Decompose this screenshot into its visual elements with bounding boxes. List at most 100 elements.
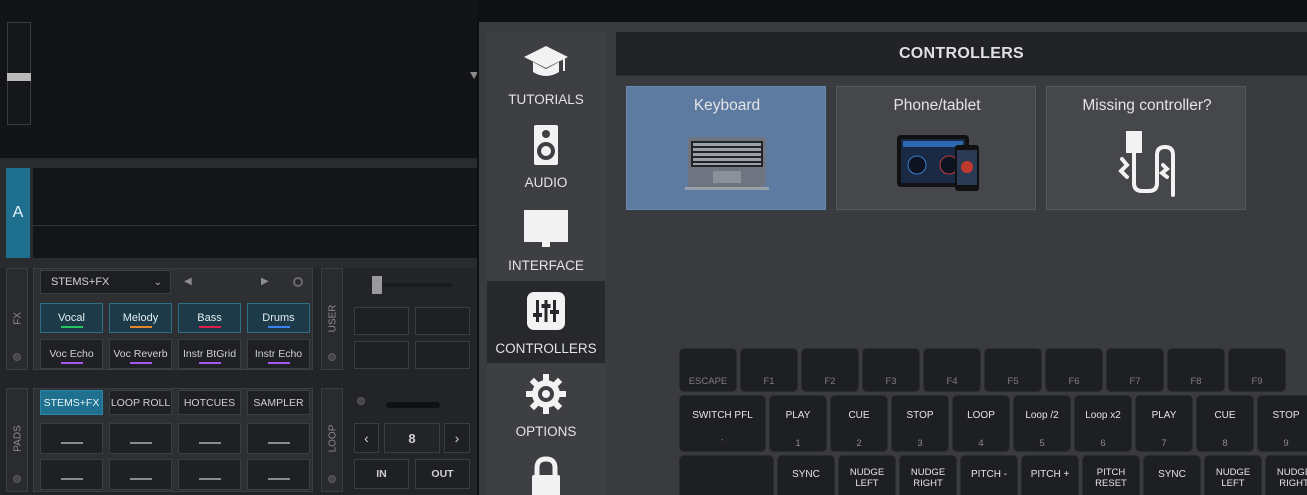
key-name: F3 bbox=[885, 376, 897, 387]
nav-item-interface[interactable]: INTERFACE bbox=[487, 198, 605, 280]
user-slider-track[interactable] bbox=[372, 283, 452, 287]
loop-side-tab[interactable]: LOOP bbox=[321, 388, 343, 492]
pads-tab-hotcues[interactable]: HOTCUES bbox=[178, 390, 241, 415]
stems-select-value: STEMS+FX bbox=[51, 276, 110, 288]
key-f1[interactable]: F1 bbox=[740, 348, 798, 392]
stem-button-melody[interactable]: Melody bbox=[109, 303, 172, 333]
fx-button-voc-reverb[interactable]: Voc Reverb bbox=[109, 339, 172, 369]
loop-decrease-button[interactable]: ‹ bbox=[354, 423, 379, 453]
key-t[interactable]: PITCH + bbox=[1021, 455, 1079, 495]
key-q[interactable]: SYNC bbox=[777, 455, 835, 495]
user-slider-thumb[interactable] bbox=[372, 276, 382, 294]
loop-led-top[interactable] bbox=[357, 397, 365, 405]
deck-waveform[interactable] bbox=[33, 168, 477, 258]
pad-5[interactable] bbox=[40, 459, 103, 490]
fx-prev-arrow-icon[interactable]: ◀ bbox=[184, 276, 192, 287]
loop-out-button[interactable]: OUT bbox=[415, 459, 470, 489]
key-w[interactable]: NUDGE LEFT bbox=[838, 455, 896, 495]
nav-item-controllers[interactable]: CONTROLLERS bbox=[487, 281, 605, 363]
key-f2[interactable]: F2 bbox=[801, 348, 859, 392]
user-side-tab[interactable]: USER bbox=[321, 268, 343, 370]
loop-in-button[interactable]: IN bbox=[354, 459, 409, 489]
key-e[interactable]: NUDGE RIGHT bbox=[899, 455, 957, 495]
pad-3[interactable] bbox=[178, 423, 241, 454]
settings-nav: TUTORIALS AUDIO INTERFACE CONTROLLERS OP… bbox=[487, 32, 605, 495]
key-f3[interactable]: F3 bbox=[862, 348, 920, 392]
nav-item-tutorials[interactable]: TUTORIALS bbox=[487, 32, 605, 114]
key-escape[interactable]: ESCAPE bbox=[679, 348, 737, 392]
fx-led[interactable] bbox=[13, 353, 21, 361]
deck-area: A FX STEMS+FX ⌄ ◀ ▶ Vocal Melody Bass Dr bbox=[0, 0, 478, 495]
key-u[interactable]: SYNC bbox=[1143, 455, 1201, 495]
pad-4[interactable] bbox=[247, 423, 310, 454]
key-action: STOP bbox=[906, 410, 934, 421]
gear-icon bbox=[526, 374, 566, 414]
pads-tab-sampler[interactable]: SAMPLER bbox=[247, 390, 310, 415]
nav-item-lock[interactable] bbox=[487, 447, 605, 495]
stem-button-drums[interactable]: Drums bbox=[247, 303, 310, 333]
sliders-icon bbox=[527, 292, 565, 330]
key-r[interactable]: PITCH - bbox=[960, 455, 1018, 495]
stem-color-bar bbox=[198, 326, 221, 328]
controller-card-missing[interactable]: Missing controller? bbox=[1046, 86, 1246, 210]
user-pad-4[interactable] bbox=[415, 341, 470, 369]
controller-card-phone-tablet[interactable]: Phone/tablet bbox=[836, 86, 1036, 210]
key-6[interactable]: Loop x2 6 bbox=[1074, 395, 1132, 452]
key-5[interactable]: Loop /2 5 bbox=[1013, 395, 1071, 452]
pitch-slider-thumb[interactable] bbox=[7, 73, 31, 81]
fx-button-instr-btgrid[interactable]: Instr BtGrid bbox=[178, 339, 241, 369]
key-y[interactable]: PITCH RESET bbox=[1082, 455, 1140, 495]
key-f8[interactable]: F8 bbox=[1167, 348, 1225, 392]
key-f5[interactable]: F5 bbox=[984, 348, 1042, 392]
key-3[interactable]: STOP 3 bbox=[891, 395, 949, 452]
key-7[interactable]: PLAY 7 bbox=[1135, 395, 1193, 452]
key-backtick[interactable]: SWITCH PFL ` bbox=[679, 395, 766, 452]
key-f7[interactable]: F7 bbox=[1106, 348, 1164, 392]
key-tab[interactable] bbox=[679, 455, 774, 495]
fx-power-icon[interactable] bbox=[293, 277, 303, 287]
pads-tab-loop-roll[interactable]: LOOP ROLL bbox=[109, 390, 172, 415]
user-pad-1[interactable] bbox=[354, 307, 409, 335]
key-f9[interactable]: F9 bbox=[1228, 348, 1286, 392]
key-f4[interactable]: F4 bbox=[923, 348, 981, 392]
fx-button-voc-echo[interactable]: Voc Echo bbox=[40, 339, 103, 369]
user-led[interactable] bbox=[328, 353, 336, 361]
key-o[interactable]: NUDGE RIGHT bbox=[1265, 455, 1307, 495]
key-f6[interactable]: F6 bbox=[1045, 348, 1103, 392]
pad-7[interactable] bbox=[178, 459, 241, 490]
pads-side-tab[interactable]: PADS bbox=[6, 388, 28, 492]
controller-card-keyboard[interactable]: Keyboard bbox=[626, 86, 826, 210]
stems-select[interactable]: STEMS+FX ⌄ bbox=[40, 270, 171, 294]
fx-side-tab[interactable]: FX bbox=[6, 268, 28, 370]
deck-letter-badge[interactable]: A bbox=[6, 168, 30, 258]
pad-6[interactable] bbox=[109, 459, 172, 490]
stem-button-bass[interactable]: Bass bbox=[178, 303, 241, 333]
key-8[interactable]: CUE 8 bbox=[1196, 395, 1254, 452]
key-2[interactable]: CUE 2 bbox=[830, 395, 888, 452]
key-9[interactable]: STOP 9 bbox=[1257, 395, 1307, 452]
pads-tab-stems-fx[interactable]: STEMS+FX bbox=[40, 390, 103, 415]
key-1[interactable]: PLAY 1 bbox=[769, 395, 827, 452]
stem-button-vocal[interactable]: Vocal bbox=[40, 303, 103, 333]
key-i[interactable]: NUDGE LEFT bbox=[1204, 455, 1262, 495]
lock-icon bbox=[532, 456, 560, 495]
key-4[interactable]: LOOP 4 bbox=[952, 395, 1010, 452]
loop-increase-button[interactable]: › bbox=[444, 423, 470, 453]
loop-led[interactable] bbox=[328, 475, 336, 483]
nav-item-audio[interactable]: AUDIO bbox=[487, 115, 605, 197]
pads-led[interactable] bbox=[13, 475, 21, 483]
pad-1[interactable] bbox=[40, 423, 103, 454]
key-name: F1 bbox=[763, 376, 775, 387]
nav-item-options[interactable]: OPTIONS bbox=[487, 364, 605, 446]
user-pad-3[interactable] bbox=[354, 341, 409, 369]
pad-8[interactable] bbox=[247, 459, 310, 490]
user-pad-2[interactable] bbox=[415, 307, 470, 335]
pad-2[interactable] bbox=[109, 423, 172, 454]
pad-empty-dash bbox=[129, 478, 152, 480]
waveform-overview[interactable] bbox=[0, 0, 477, 158]
fx-next-arrow-icon[interactable]: ▶ bbox=[261, 276, 269, 287]
key-action: PITCH RESET bbox=[1095, 467, 1127, 489]
loop-side-label: LOOP bbox=[327, 424, 339, 453]
fx-label: Voc Echo bbox=[49, 348, 94, 360]
fx-button-instr-echo[interactable]: Instr Echo bbox=[247, 339, 310, 369]
